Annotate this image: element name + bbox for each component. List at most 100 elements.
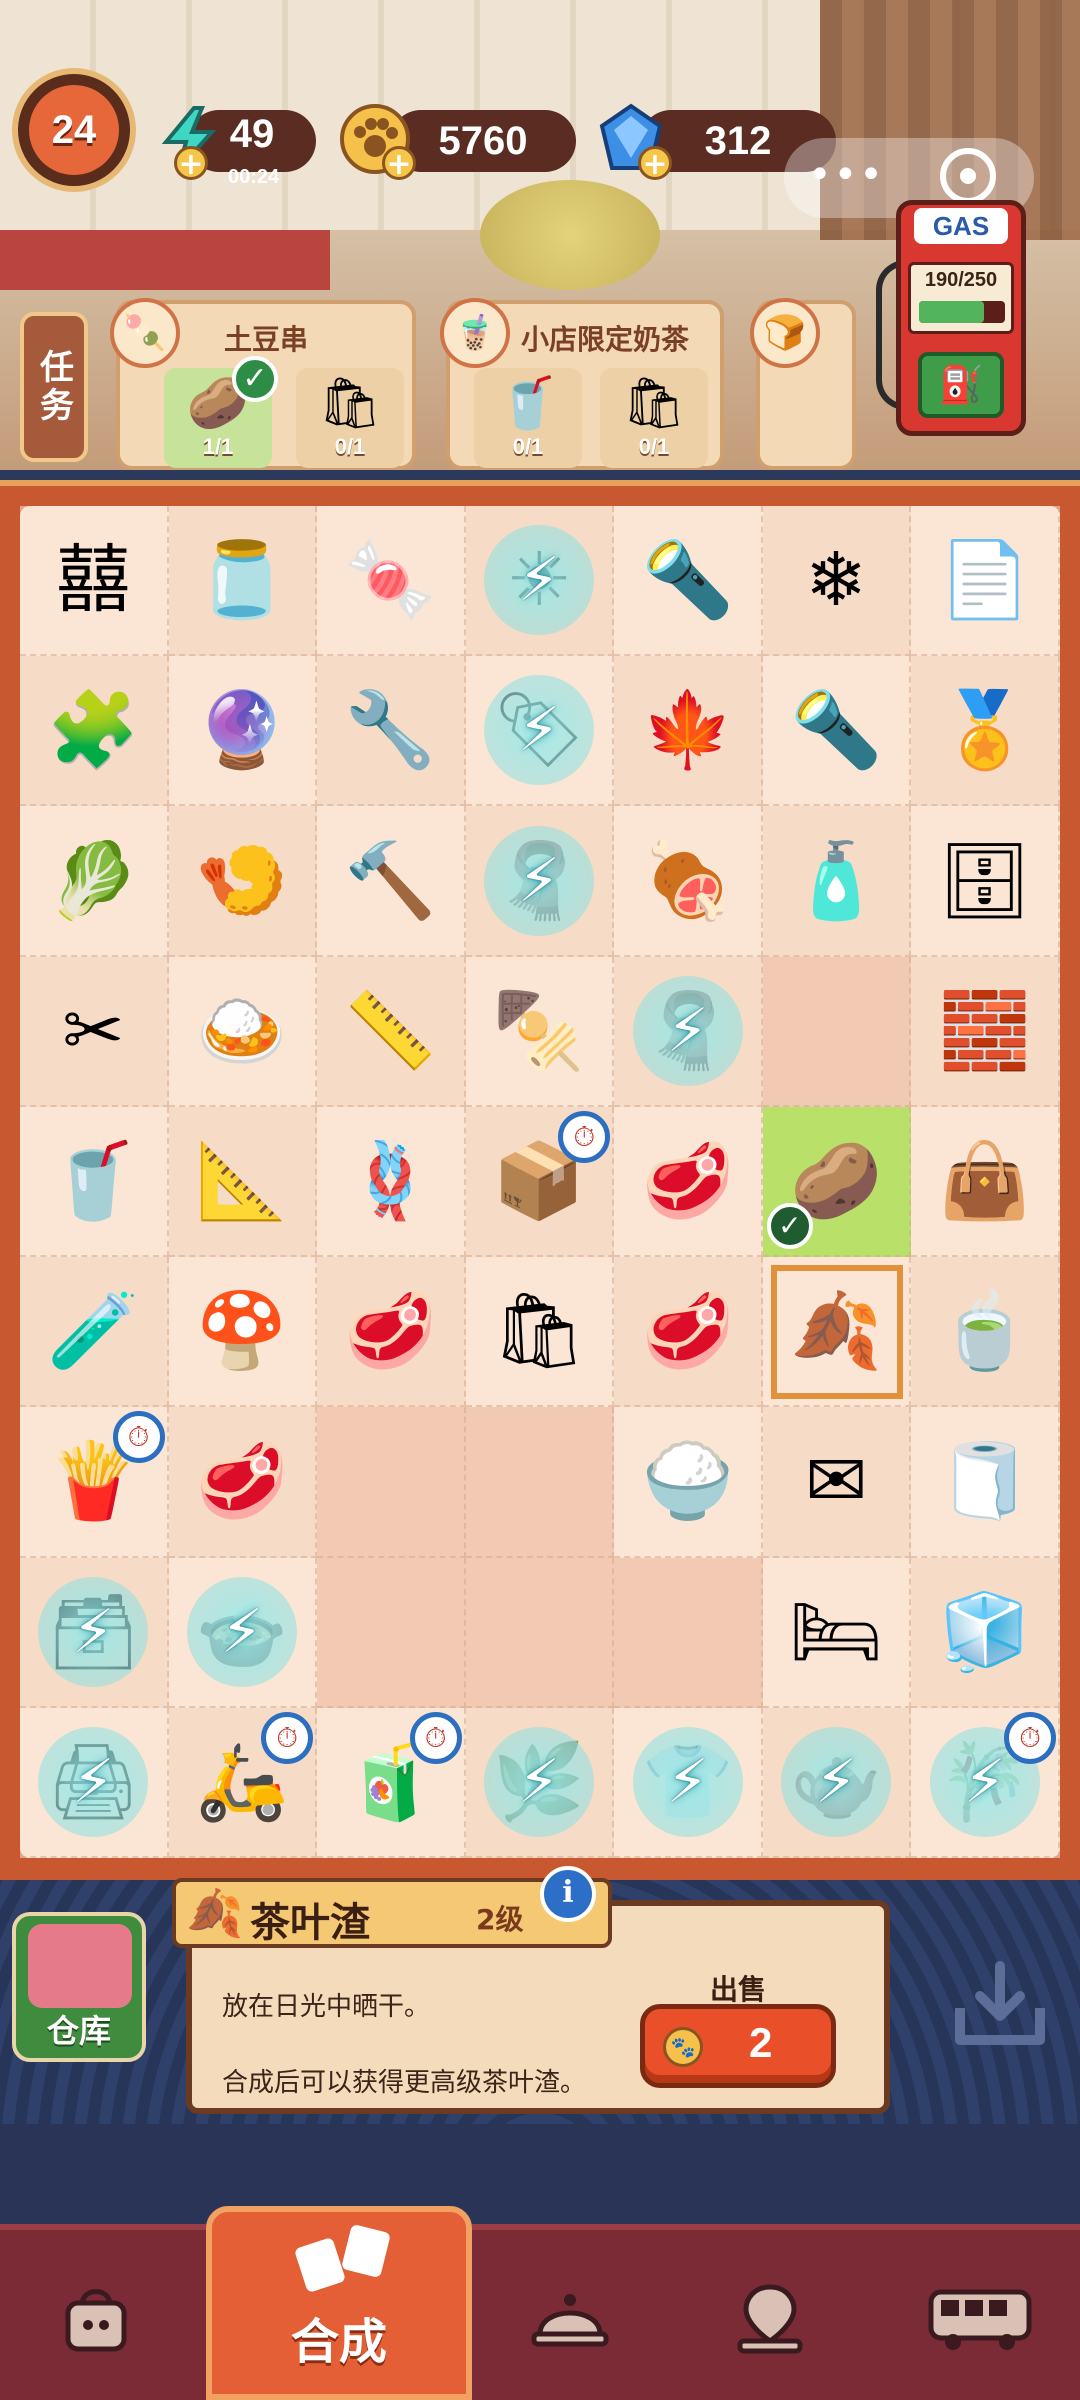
gas-pump[interactable]: GAS 190/250 ⛽ bbox=[876, 200, 1030, 440]
board-cell[interactable]: 👜 bbox=[911, 1106, 1060, 1258]
gem-value: 312 bbox=[704, 118, 772, 163]
board-cell[interactable]: 📄 bbox=[911, 506, 1060, 657]
board-cell[interactable]: 🧴 bbox=[762, 806, 912, 957]
more-menu-button[interactable]: ••• bbox=[808, 152, 885, 198]
board-cell[interactable]: 🖨⚡ bbox=[20, 1707, 169, 1858]
board-cell[interactable]: 🛏 bbox=[762, 1557, 912, 1708]
board-cell[interactable]: ☀⚡ bbox=[465, 506, 615, 657]
board-cell[interactable]: 🔦 bbox=[614, 506, 763, 657]
board-cell[interactable]: 🍤 bbox=[168, 806, 318, 957]
board-cell[interactable]: 🥬 bbox=[20, 806, 169, 957]
board-cell[interactable]: 🧩 bbox=[20, 656, 169, 807]
ink-bottle-icon: 🫙 bbox=[195, 537, 288, 624]
board-cell[interactable]: 🫙 bbox=[168, 506, 318, 657]
maple-wreath-icon: 🍁 bbox=[641, 687, 734, 774]
board-cell-empty[interactable] bbox=[317, 1557, 466, 1708]
board-cell[interactable]: 🥩 bbox=[317, 1257, 466, 1408]
task-slot: 🥤 0/1 bbox=[474, 368, 582, 468]
board-cell[interactable]: 🏅 bbox=[911, 656, 1060, 807]
paper-bag-icon: 🛍 bbox=[492, 1288, 586, 1375]
task-slot: 🛍 0/1 bbox=[600, 368, 708, 468]
task-card-milk-tea[interactable]: 🧋 小店限定奶茶 🥤 0/1 🛍 0/1 bbox=[440, 298, 724, 470]
board-cell[interactable]: 🫖⚡ bbox=[762, 1707, 912, 1858]
board-cell[interactable]: 🍲⚡ bbox=[168, 1557, 318, 1708]
task-card-potato-skewer[interactable]: 🍡 土豆串 🥔 1/1 ✓ 🛍 0/1 bbox=[110, 298, 416, 470]
board-cell[interactable]: 🛍 bbox=[465, 1257, 615, 1408]
download-tray-icon bbox=[955, 1961, 1045, 2045]
board-cell[interactable]: 🍛 bbox=[168, 956, 318, 1107]
board-cell[interactable]: 🗄 bbox=[911, 806, 1060, 957]
board-cell[interactable]: ✉ bbox=[762, 1407, 912, 1558]
board-cell[interactable]: 囍 bbox=[20, 506, 169, 657]
level-badge[interactable]: 24 bbox=[12, 68, 136, 192]
board-cell[interactable]: 🍂 bbox=[762, 1257, 912, 1408]
store-to-inventory-button[interactable] bbox=[938, 1950, 1062, 2060]
task-tab[interactable]: 任务 bbox=[20, 312, 88, 462]
board-cell[interactable]: 📐 bbox=[168, 1106, 318, 1258]
board-cell[interactable]: 🍄 bbox=[168, 1257, 318, 1408]
board-cell[interactable]: 🧣⚡ bbox=[465, 806, 615, 957]
nav-merge-button[interactable]: 合成 bbox=[206, 2206, 472, 2400]
sell-button[interactable]: 🐾 2 bbox=[640, 2004, 836, 2088]
energy-lock-icon: ⚡ bbox=[632, 1726, 743, 1837]
add-energy-button[interactable]: + bbox=[174, 146, 208, 181]
warehouse-button[interactable]: 仓库 bbox=[12, 1912, 146, 2062]
fuel-bar bbox=[919, 301, 1005, 323]
board-cell[interactable]: 🔮 bbox=[168, 656, 318, 807]
board-cell[interactable]: 🥩 bbox=[168, 1407, 318, 1558]
board-cell-empty[interactable] bbox=[762, 956, 912, 1107]
nav-map-button[interactable] bbox=[680, 2244, 860, 2394]
board-cell[interactable]: ❄ bbox=[762, 506, 912, 657]
paper-bag-icon: 🛍 bbox=[318, 374, 382, 432]
board-cell[interactable]: 🌿⚡ bbox=[465, 1707, 615, 1858]
board-cell-empty[interactable] bbox=[614, 1557, 763, 1708]
board-cell-empty[interactable] bbox=[465, 1407, 615, 1558]
board-cell[interactable]: 🧻 bbox=[911, 1407, 1060, 1558]
board-cell[interactable]: 📦 ⏱ bbox=[465, 1106, 615, 1258]
warehouse-box-icon bbox=[28, 1924, 132, 2008]
board-cell[interactable]: 🔨 bbox=[317, 806, 466, 957]
nav-merge-label: 合成 bbox=[290, 2314, 387, 2370]
board-cell[interactable]: 🍖 bbox=[614, 806, 763, 957]
board-cell[interactable]: 🧊 bbox=[911, 1557, 1060, 1708]
item-level: 2级 bbox=[476, 1903, 524, 1936]
close-target-button[interactable] bbox=[940, 148, 996, 204]
board-cell[interactable]: 🍁 bbox=[614, 656, 763, 807]
energy-lock-icon: ⚡ bbox=[483, 675, 594, 786]
nav-shop-button[interactable] bbox=[6, 2244, 186, 2394]
board-cell[interactable]: 🛵 ⏱ bbox=[168, 1707, 318, 1858]
nav-bus-button[interactable] bbox=[890, 2244, 1070, 2394]
add-gems-button[interactable]: + bbox=[638, 146, 672, 181]
board-cell[interactable]: 🥤 bbox=[20, 1106, 169, 1258]
board-cell[interactable]: 👕⚡ bbox=[614, 1707, 763, 1858]
pillow-icon: 🛏 bbox=[789, 1588, 884, 1675]
task-card-partial[interactable]: 🍞 bbox=[750, 298, 856, 470]
board-cell[interactable]: 🥔 ✓ bbox=[762, 1106, 912, 1258]
board-cell[interactable]: 🧪 bbox=[20, 1257, 169, 1408]
rope-icon: 🪢 bbox=[344, 1137, 437, 1224]
board-cell[interactable]: 🍬 bbox=[317, 506, 466, 657]
board-cell[interactable]: 🔦 bbox=[762, 656, 912, 807]
board-cell-empty[interactable] bbox=[465, 1557, 615, 1708]
board-cell[interactable]: 🧱 bbox=[911, 956, 1060, 1107]
add-coins-button[interactable]: + bbox=[382, 146, 416, 181]
board-cell[interactable]: 🥩 bbox=[614, 1257, 763, 1408]
board-cell[interactable]: 🏷⚡ bbox=[465, 656, 615, 807]
board-cell[interactable]: 🧃 ⏱ bbox=[317, 1707, 466, 1858]
board-cell[interactable]: 📏 bbox=[317, 956, 466, 1107]
board-cell[interactable]: 🪢 bbox=[317, 1106, 466, 1258]
nav-restaurant-button[interactable] bbox=[480, 2244, 660, 2394]
board-cell[interactable]: 🍚 bbox=[614, 1407, 763, 1558]
info-button[interactable]: i bbox=[540, 1866, 596, 1922]
board-cell[interactable]: 🧣⚡ bbox=[614, 956, 763, 1107]
board-cell[interactable]: ✂ bbox=[20, 956, 169, 1107]
board-cell[interactable]: 🍢 bbox=[465, 956, 615, 1107]
board-cell[interactable]: 🎋⚡⏱ bbox=[911, 1707, 1060, 1858]
board-cell[interactable]: 🔧 bbox=[317, 656, 466, 807]
board-cell[interactable]: 🍵 bbox=[911, 1257, 1060, 1408]
board-cell-empty[interactable] bbox=[317, 1407, 466, 1558]
tea-leaf-sack-icon: 🍂 bbox=[186, 1886, 244, 1940]
board-cell[interactable]: 🥩 bbox=[614, 1106, 763, 1258]
board-cell[interactable]: 🍟 ⏱ bbox=[20, 1407, 169, 1558]
board-cell[interactable]: 🗃⚡ bbox=[20, 1557, 169, 1708]
